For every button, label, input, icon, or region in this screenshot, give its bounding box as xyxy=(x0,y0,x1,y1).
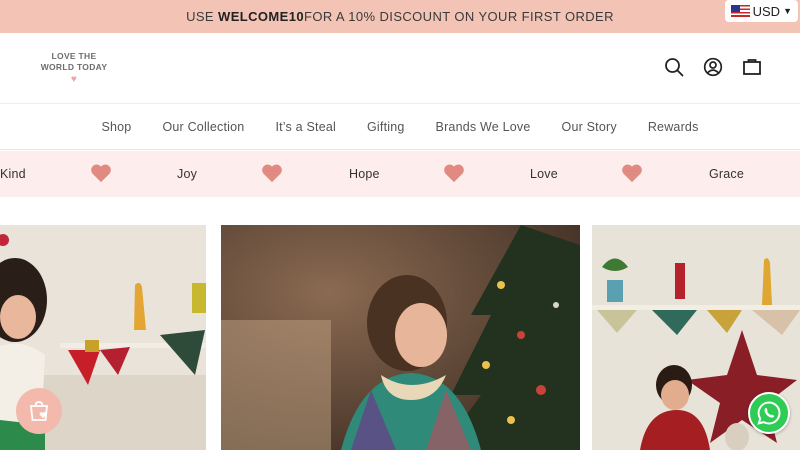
heart-icon xyxy=(444,164,464,183)
photo-gallery xyxy=(0,225,800,450)
logo-line-1: LOVE THE xyxy=(51,51,97,61)
currency-label: USD xyxy=(752,3,781,19)
shopping-bag-heart-icon xyxy=(29,401,49,421)
gallery-photo-girl-christmas-tree[interactable] xyxy=(221,225,580,450)
account-icon[interactable] xyxy=(703,57,723,77)
heart-icon xyxy=(622,164,642,183)
marquee-word: Joy xyxy=(177,167,198,181)
whatsapp-chat-button[interactable] xyxy=(748,392,790,434)
whatsapp-icon xyxy=(757,401,781,425)
values-marquee: Kind Joy Hope Love Grace xyxy=(0,151,800,197)
main-nav: Shop Our Collection It’s a Steal Gifting… xyxy=(0,104,800,150)
floating-cart-button[interactable] xyxy=(16,388,62,434)
announcement-prefix: USE xyxy=(186,9,215,24)
nav-item-brands-we-love[interactable]: Brands We Love xyxy=(420,120,546,134)
chevron-down-icon: ▼ xyxy=(783,6,792,16)
marquee-word: Hope xyxy=(349,167,380,181)
marquee-word: Grace xyxy=(709,167,745,181)
logo-heart-icon: ♥ xyxy=(70,74,78,85)
nav-item-our-story[interactable]: Our Story xyxy=(546,120,632,134)
marquee-word: Love xyxy=(530,167,558,181)
cart-icon[interactable] xyxy=(742,57,762,77)
currency-selector[interactable]: USD ▼ xyxy=(724,0,798,22)
us-flag-icon xyxy=(730,5,750,17)
nav-item-shop[interactable]: Shop xyxy=(86,120,147,134)
nav-item-rewards[interactable]: Rewards xyxy=(632,120,714,134)
nav-item-our-collection[interactable]: Our Collection xyxy=(147,120,260,134)
heart-icon xyxy=(91,164,111,183)
site-header: LOVE THE WORLD TODAY ♥ xyxy=(0,33,800,104)
heart-icon xyxy=(262,164,282,183)
marquee-word: Kind xyxy=(0,167,26,181)
nav-item-its-a-steal[interactable]: It’s a Steal xyxy=(260,120,352,134)
search-icon[interactable] xyxy=(664,57,684,77)
announcement-suffix: FOR A 10% DISCOUNT ON YOUR FIRST ORDER xyxy=(303,9,614,24)
promo-code: WELCOME10 xyxy=(218,9,304,24)
nav-item-gifting[interactable]: Gifting xyxy=(352,120,421,134)
logo-line-2: WORLD TODAY xyxy=(40,62,108,72)
site-logo[interactable]: LOVE THE WORLD TODAY ♥ xyxy=(34,51,114,85)
announcement-bar: USE WELCOME10 FOR A 10% DISCOUNT ON YOUR… xyxy=(0,0,800,33)
